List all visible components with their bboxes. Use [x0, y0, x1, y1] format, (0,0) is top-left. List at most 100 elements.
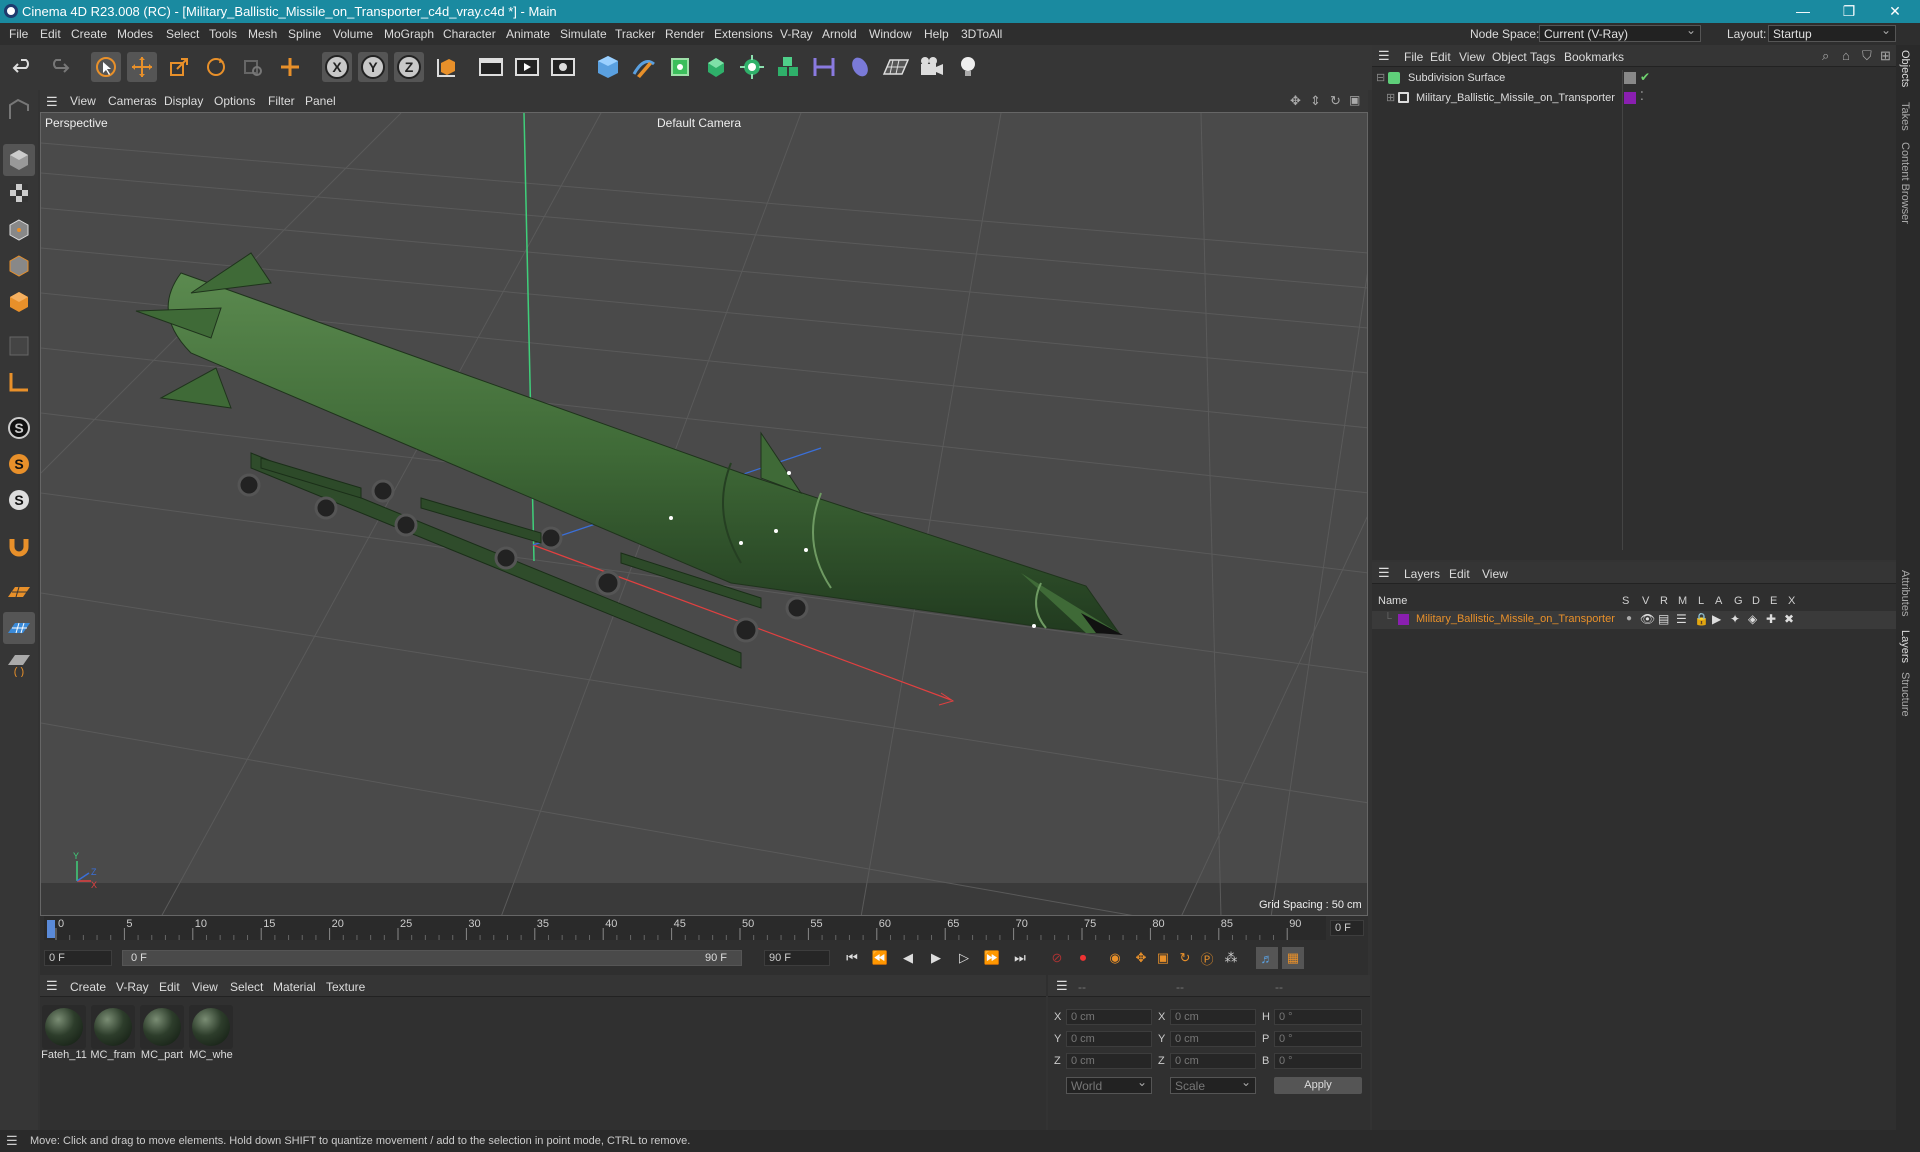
model-mode-icon[interactable]	[3, 144, 35, 176]
workplane-icon[interactable]	[3, 576, 35, 608]
layer-solo-icon[interactable]: ●	[1626, 613, 1632, 624]
layer-deformers-icon[interactable]: ◈	[1748, 612, 1757, 626]
object-menu-edit[interactable]: Edit	[1430, 50, 1451, 64]
end-frame-field[interactable]: 90 F	[764, 950, 830, 966]
object-home-icon[interactable]: ⌂	[1842, 48, 1850, 63]
axis-x-icon[interactable]: X	[322, 52, 352, 82]
axis-y-icon[interactable]: Y	[358, 52, 388, 82]
solo-icon[interactable]: S	[3, 484, 35, 516]
array-icon[interactable]	[773, 52, 803, 82]
object-menu-tags[interactable]: Tags	[1530, 50, 1555, 64]
material-hamburger-icon[interactable]: ☰	[46, 978, 58, 994]
rotation-p-field[interactable]: 0 °	[1274, 1031, 1362, 1047]
start-frame-field[interactable]: 0 F	[44, 950, 112, 966]
undo-icon[interactable]	[8, 52, 38, 82]
soft-selection-icon[interactable]: S	[3, 448, 35, 480]
goto-end-icon[interactable]: ⏭	[1009, 947, 1031, 969]
render-region-icon[interactable]	[476, 52, 506, 82]
rotation-b-field[interactable]: 0 °	[1274, 1053, 1362, 1069]
menu-edit[interactable]: Edit	[40, 27, 61, 41]
play-icon[interactable]: ▶	[925, 947, 947, 969]
layer-expressions-icon[interactable]: ✚	[1766, 612, 1776, 626]
select-icon[interactable]	[91, 52, 121, 82]
coord-scale-dropdown[interactable]: Scale	[1170, 1075, 1256, 1094]
deformer-icon[interactable]	[845, 52, 875, 82]
material-swatch[interactable]	[91, 1005, 135, 1049]
layer-lock-icon[interactable]: 🔒	[1694, 612, 1709, 626]
axis-mode-icon[interactable]	[3, 366, 35, 398]
next-key-icon[interactable]: ⏩	[981, 947, 1003, 969]
expand-icon[interactable]: ⊟	[1376, 71, 1385, 84]
key-rotation-icon[interactable]: ↻	[1174, 947, 1196, 969]
menu-simulate[interactable]: Simulate	[560, 27, 607, 41]
tab-structure[interactable]: Structure	[1899, 672, 1911, 717]
menu-select[interactable]: Select	[166, 27, 199, 41]
material-menu-material[interactable]: Material	[273, 980, 316, 994]
polygons-mode-icon[interactable]	[3, 286, 35, 318]
viewport-move-icon[interactable]: ✥	[1290, 93, 1301, 109]
coord-world-dropdown[interactable]: World	[1066, 1075, 1152, 1094]
light-icon[interactable]	[953, 52, 983, 82]
material-menu-vray[interactable]: V-Ray	[116, 980, 149, 994]
uv-mode-icon[interactable]	[3, 330, 35, 362]
menu-arnold[interactable]: Arnold	[822, 27, 857, 41]
make-editable-icon[interactable]	[3, 94, 35, 126]
viewport-menu-options[interactable]: Options	[214, 94, 255, 108]
menu-volume[interactable]: Volume	[333, 27, 373, 41]
prev-key-icon[interactable]: ⏪	[869, 947, 891, 969]
object-menu-bookmarks[interactable]: Bookmarks	[1564, 50, 1624, 64]
magnet-icon[interactable]	[3, 530, 35, 562]
layer-visible-icon[interactable]: 👁	[1640, 612, 1655, 626]
render-view-icon[interactable]	[512, 52, 542, 82]
key-pla-icon[interactable]: ⁂	[1220, 947, 1242, 969]
material-menu-texture[interactable]: Texture	[326, 980, 365, 994]
viewport-menu-display[interactable]: Display	[164, 94, 203, 108]
position-z-field[interactable]: 0 cm	[1066, 1053, 1152, 1069]
material-swatch[interactable]	[189, 1005, 233, 1049]
tab-objects[interactable]: Objects	[1899, 50, 1911, 87]
menu-extensions[interactable]: Extensions	[714, 27, 773, 41]
menu-tracker[interactable]: Tracker	[615, 27, 655, 41]
layer-hamburger-icon[interactable]: ☰	[1378, 565, 1390, 581]
node-space-dropdown[interactable]: Current (V-Ray)	[1539, 23, 1701, 42]
quantize-icon[interactable]: ( )	[3, 648, 35, 680]
object-menu-file[interactable]: File	[1404, 50, 1423, 64]
object-name[interactable]: Military_Ballistic_Missile_on_Transporte…	[1416, 92, 1615, 104]
viewport-menu-cameras[interactable]: Cameras	[108, 94, 157, 108]
record-disabled-icon[interactable]: ⊘	[1046, 947, 1068, 969]
prev-frame-icon[interactable]: ◀	[897, 947, 919, 969]
tab-takes[interactable]: Takes	[1899, 102, 1911, 131]
object-menu-object[interactable]: Object	[1492, 50, 1527, 64]
layer-name[interactable]: Military_Ballistic_Missile_on_Transporte…	[1416, 613, 1615, 625]
layout-dropdown[interactable]: Startup	[1768, 23, 1896, 42]
current-frame-field[interactable]: 0 F	[1330, 920, 1364, 936]
tab-content-browser[interactable]: Content Browser	[1899, 142, 1911, 224]
range-slider[interactable]: 0 F 90 F	[122, 950, 742, 966]
close-button[interactable]: ✕	[1872, 0, 1918, 23]
layer-manager-icon[interactable]: ☰	[1676, 612, 1687, 626]
enabled-check-icon[interactable]: ✔	[1640, 70, 1650, 84]
layer-render-icon[interactable]: ▤	[1658, 612, 1669, 626]
object-hamburger-icon[interactable]: ☰	[1378, 48, 1390, 64]
tree-row-missile[interactable]: ⊞ Military_Ballistic_Missile_on_Transpor…	[1372, 89, 1896, 108]
menu-3dtoall[interactable]: 3DToAll	[961, 27, 1002, 41]
tree-row-subdivision[interactable]: ⊟ Subdivision Surface ✔	[1372, 70, 1896, 550]
key-scale-icon[interactable]: ▣	[1152, 947, 1174, 969]
live-select-icon[interactable]	[238, 52, 268, 82]
layer-xref-icon[interactable]: ✖	[1784, 612, 1794, 626]
scale-icon[interactable]	[164, 52, 194, 82]
viewport-menu-view[interactable]: View	[70, 94, 96, 108]
visibility-dots-icon[interactable]: ⁚	[1640, 89, 1644, 103]
texture-mode-icon[interactable]	[3, 177, 35, 209]
object-filter-icon[interactable]: ⛉	[1862, 48, 1872, 64]
viewport-maximize-icon[interactable]: ▣	[1349, 93, 1360, 107]
menu-mesh[interactable]: Mesh	[248, 27, 277, 41]
material-menu-view[interactable]: View	[192, 980, 218, 994]
material-menu-edit[interactable]: Edit	[159, 980, 180, 994]
status-hamburger-icon[interactable]: ☰	[6, 1133, 18, 1149]
size-z-field[interactable]: 0 cm	[1170, 1053, 1256, 1069]
cloner-icon[interactable]	[737, 52, 767, 82]
render-settings-icon[interactable]	[548, 52, 578, 82]
goto-start-icon[interactable]: ⏮	[841, 947, 863, 969]
material-menu-create[interactable]: Create	[70, 980, 106, 994]
